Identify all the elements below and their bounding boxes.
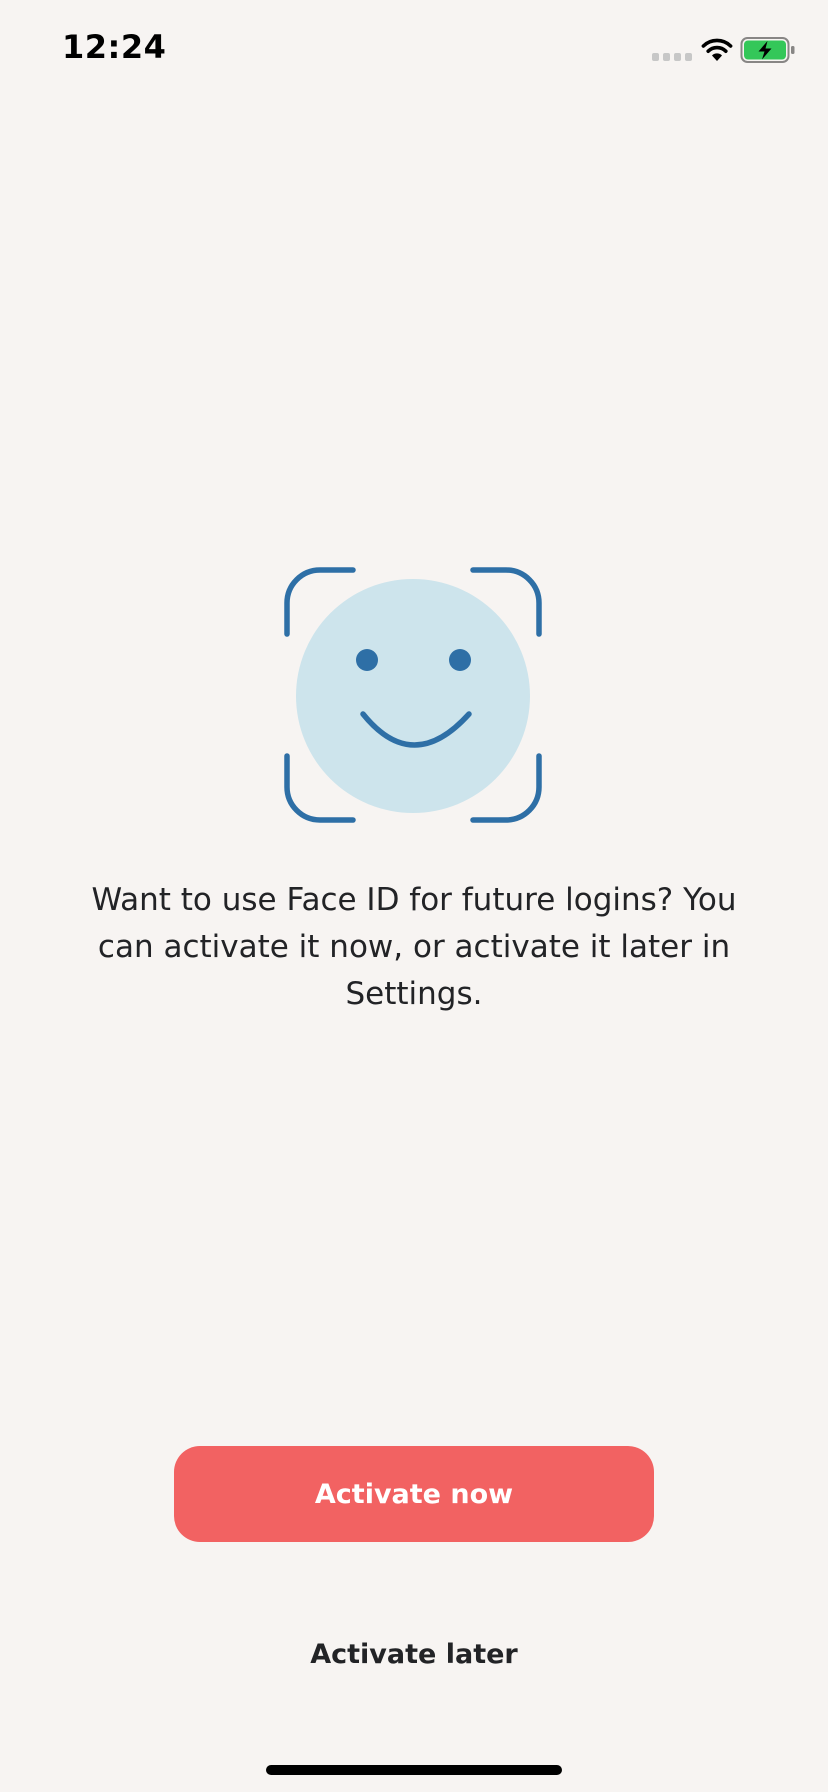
face-circle: [296, 579, 530, 813]
face-id-prompt-text: Want to use Face ID for future logins? Y…: [91, 882, 737, 1012]
face-left-eye: [356, 649, 378, 671]
activate-now-button[interactable]: Activate now: [174, 1446, 654, 1542]
status-time: 12:24: [62, 28, 167, 66]
signal-dots-icon: [652, 53, 692, 61]
activate-later-button[interactable]: Activate later: [214, 1630, 614, 1678]
wifi-icon: [701, 38, 733, 61]
face-id-icon: [284, 567, 542, 823]
home-indicator[interactable]: [266, 1765, 562, 1775]
status-bar: 12:24: [0, 0, 828, 100]
face-right-eye: [449, 649, 471, 671]
battery-charging-icon: [740, 37, 795, 63]
